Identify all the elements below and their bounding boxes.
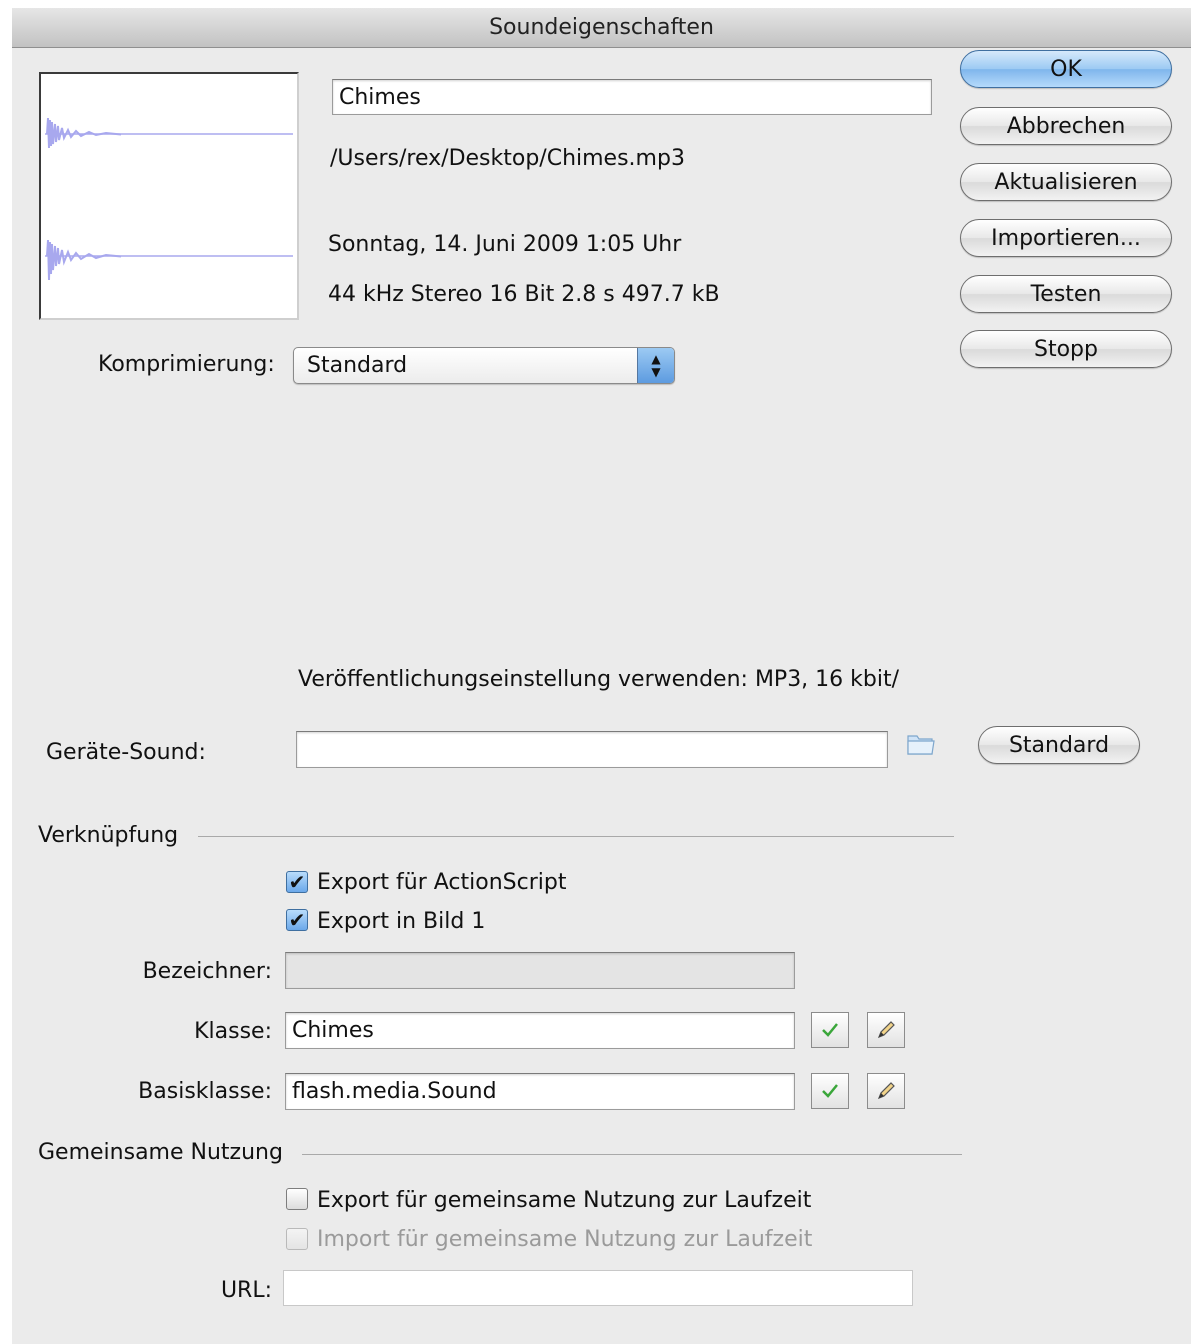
class-label: Klasse: xyxy=(194,1019,272,1044)
device-sound-standard-button[interactable]: Standard xyxy=(978,726,1140,764)
identifier-input xyxy=(285,952,795,989)
sharing-divider xyxy=(302,1154,962,1155)
checkmark-icon xyxy=(822,1023,838,1037)
device-sound-input[interactable] xyxy=(296,731,888,768)
device-sound-label: Geräte-Sound: xyxy=(46,740,206,765)
sound-name-input[interactable]: Chimes xyxy=(332,79,932,115)
class-edit-button[interactable] xyxy=(867,1012,905,1048)
linkage-divider xyxy=(198,836,954,837)
class-validate-button[interactable] xyxy=(811,1012,849,1048)
folder-icon[interactable] xyxy=(904,730,938,758)
base-class-input[interactable]: flash.media.Sound xyxy=(285,1073,795,1110)
export-frame1-label: Export in Bild 1 xyxy=(317,909,486,934)
checkmark-icon: ✔ xyxy=(288,870,306,894)
linkage-section-title: Verknüpfung xyxy=(38,823,179,848)
class-input[interactable]: Chimes xyxy=(285,1012,795,1049)
export-actionscript-label: Export für ActionScript xyxy=(317,870,567,895)
update-button[interactable]: Aktualisieren xyxy=(960,163,1172,201)
base-class-label: Basisklasse: xyxy=(138,1079,272,1104)
ok-button[interactable]: OK xyxy=(960,50,1172,88)
test-button[interactable]: Testen xyxy=(960,275,1172,313)
stop-button[interactable]: Stopp xyxy=(960,330,1172,368)
pencil-icon xyxy=(877,1021,895,1039)
publish-settings-note: Veröffentlichungseinstellung verwenden: … xyxy=(298,667,900,692)
compression-value: Standard xyxy=(307,353,408,378)
window-title: Soundeigenschaften xyxy=(12,8,1191,48)
checkmark-icon: ✔ xyxy=(288,908,306,932)
url-label: URL: xyxy=(220,1278,272,1303)
export-actionscript-checkbox[interactable]: ✔ xyxy=(286,871,308,893)
sharing-section-title: Gemeinsame Nutzung xyxy=(38,1140,283,1165)
checkmark-icon xyxy=(822,1084,838,1098)
select-arrows-icon: ▲ ▼ xyxy=(637,348,674,383)
pencil-icon xyxy=(877,1082,895,1100)
sound-date: Sonntag, 14. Juni 2009 1:05 Uhr xyxy=(328,232,682,257)
waveform-preview xyxy=(39,72,299,320)
base-class-validate-button[interactable] xyxy=(811,1073,849,1109)
base-class-edit-button[interactable] xyxy=(867,1073,905,1109)
url-input xyxy=(283,1270,913,1306)
cancel-button[interactable]: Abbrechen xyxy=(960,107,1172,145)
import-button[interactable]: Importieren... xyxy=(960,219,1172,257)
import-runtime-label: Import für gemeinsame Nutzung zur Laufze… xyxy=(317,1227,813,1252)
sound-path: /Users/rex/Desktop/Chimes.mp3 xyxy=(330,146,685,171)
compression-label: Komprimierung: xyxy=(98,352,275,377)
export-runtime-checkbox[interactable] xyxy=(286,1188,308,1210)
waveform-graph xyxy=(45,117,293,281)
export-runtime-label: Export für gemeinsame Nutzung zur Laufze… xyxy=(317,1188,812,1213)
compression-select[interactable]: Standard ▲ ▼ xyxy=(293,347,675,384)
sound-properties-dialog: Soundeigenschaften Chimes /Users/rex/Des… xyxy=(12,8,1191,1344)
import-runtime-checkbox xyxy=(286,1228,308,1250)
identifier-label: Bezeichner: xyxy=(142,959,272,984)
export-frame1-checkbox[interactable]: ✔ xyxy=(286,909,308,931)
sound-info: 44 kHz Stereo 16 Bit 2.8 s 497.7 kB xyxy=(328,282,720,307)
